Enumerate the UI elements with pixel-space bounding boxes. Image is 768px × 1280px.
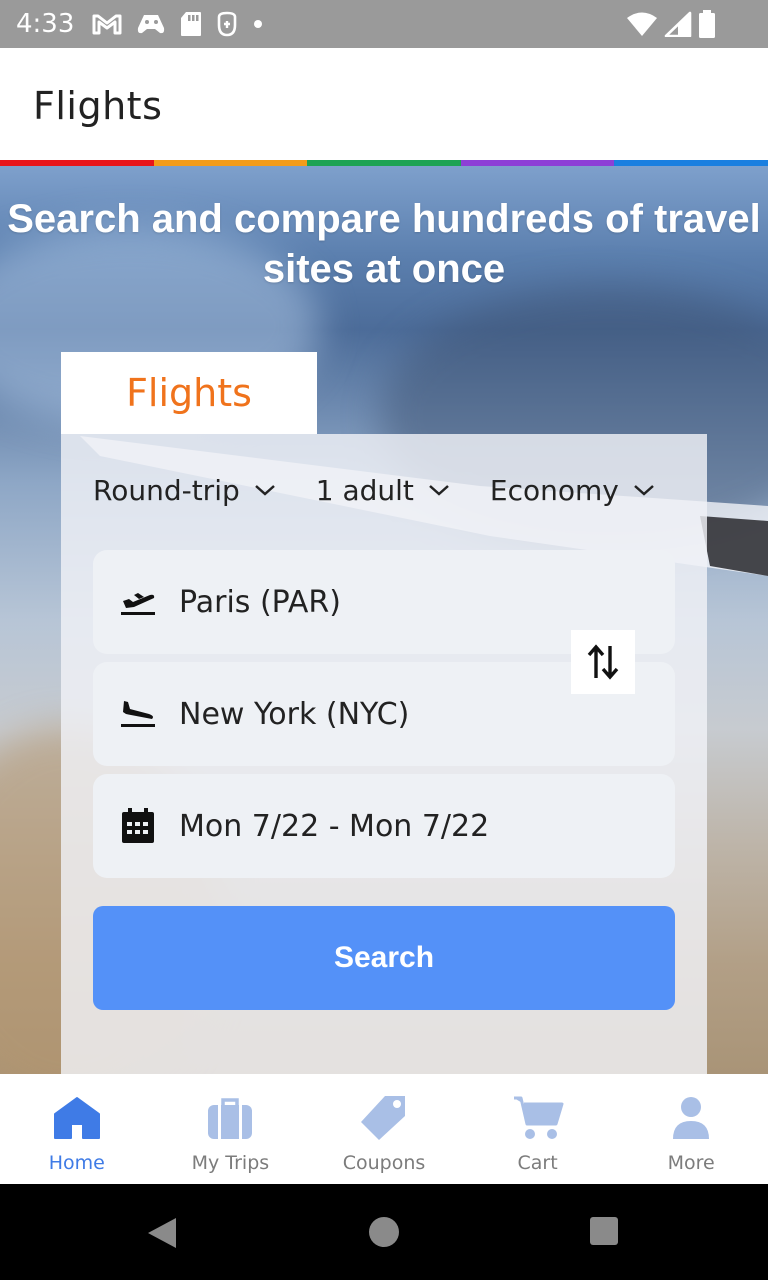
search-card: Round-trip 1 adult Economy Paris (PAR) N… [61,434,707,1074]
cabin-class-value: Economy [489,473,619,507]
status-time: 4:33 [16,9,75,39]
signal-icon [664,11,692,37]
trip-type-dropdown[interactable]: Round-trip [93,474,276,507]
nav-item-my-trips[interactable]: My Trips [154,1074,308,1184]
dot-icon [254,20,262,28]
swap-button[interactable] [571,630,635,694]
travelers-value: 1 adult [315,473,414,507]
nav-item-more[interactable]: More [614,1074,768,1184]
trip-options: Round-trip 1 adult Economy [93,472,695,508]
suitcase-icon [206,1094,254,1142]
calendar-icon [120,808,156,844]
back-icon[interactable] [146,1216,178,1250]
chevron-down-icon [634,485,654,496]
chevron-down-icon [429,485,449,496]
chevron-down-icon [254,485,275,496]
nav-item-home[interactable]: Home [0,1074,154,1184]
nav-label-my-trips: My Trips [191,1152,270,1174]
nav-label-home: Home [48,1152,105,1174]
gmail-icon [92,14,122,35]
battery-icon [699,10,715,38]
trip-type-value: Round-trip [93,473,240,507]
landing-icon [120,696,156,732]
bottom-nav: Home My Trips Coupons Cart More [0,1074,768,1184]
cart-icon [512,1094,564,1142]
home-circle-icon[interactable] [368,1216,400,1248]
person-icon [671,1094,711,1142]
destination-value: New York (NYC) [179,696,410,732]
nav-label-cart: Cart [517,1152,558,1174]
notification-icons [92,10,264,38]
home-icon [53,1094,101,1142]
nav-item-cart[interactable]: Cart [461,1074,615,1184]
game-controller-icon [137,15,165,34]
wifi-icon [627,12,657,36]
travelers-dropdown[interactable]: 1 adult [316,474,450,507]
cabin-class-dropdown[interactable]: Economy [490,474,655,507]
nav-label-more: More [667,1152,715,1174]
nav-label-coupons: Coupons [342,1152,426,1174]
system-status-icons [626,8,716,40]
swap-vertical-icon [587,644,619,680]
sd-card-icon [181,12,201,36]
page-title: Flights [33,84,163,128]
dates-value: Mon 7/22 - Mon 7/22 [179,808,490,844]
origin-value: Paris (PAR) [179,584,341,620]
status-bar: 4:33 [0,0,768,48]
dates-field[interactable]: Mon 7/22 - Mon 7/22 [93,774,675,878]
tab-flights[interactable]: Flights [61,352,317,434]
tab-flights-label: Flights [126,371,252,415]
app-bar: Flights [0,48,768,160]
search-button[interactable]: Search [93,906,675,1010]
system-nav-bar [0,1184,768,1280]
takeoff-icon [120,584,156,620]
recents-icon[interactable] [589,1216,619,1246]
nav-item-coupons[interactable]: Coupons [307,1074,461,1184]
tag-icon [359,1094,409,1142]
hero-headline: Search and compare hundreds of travel si… [7,197,761,291]
hero-background: Search and compare hundreds of travel si… [0,166,768,1074]
vpn-key-icon [217,11,237,37]
